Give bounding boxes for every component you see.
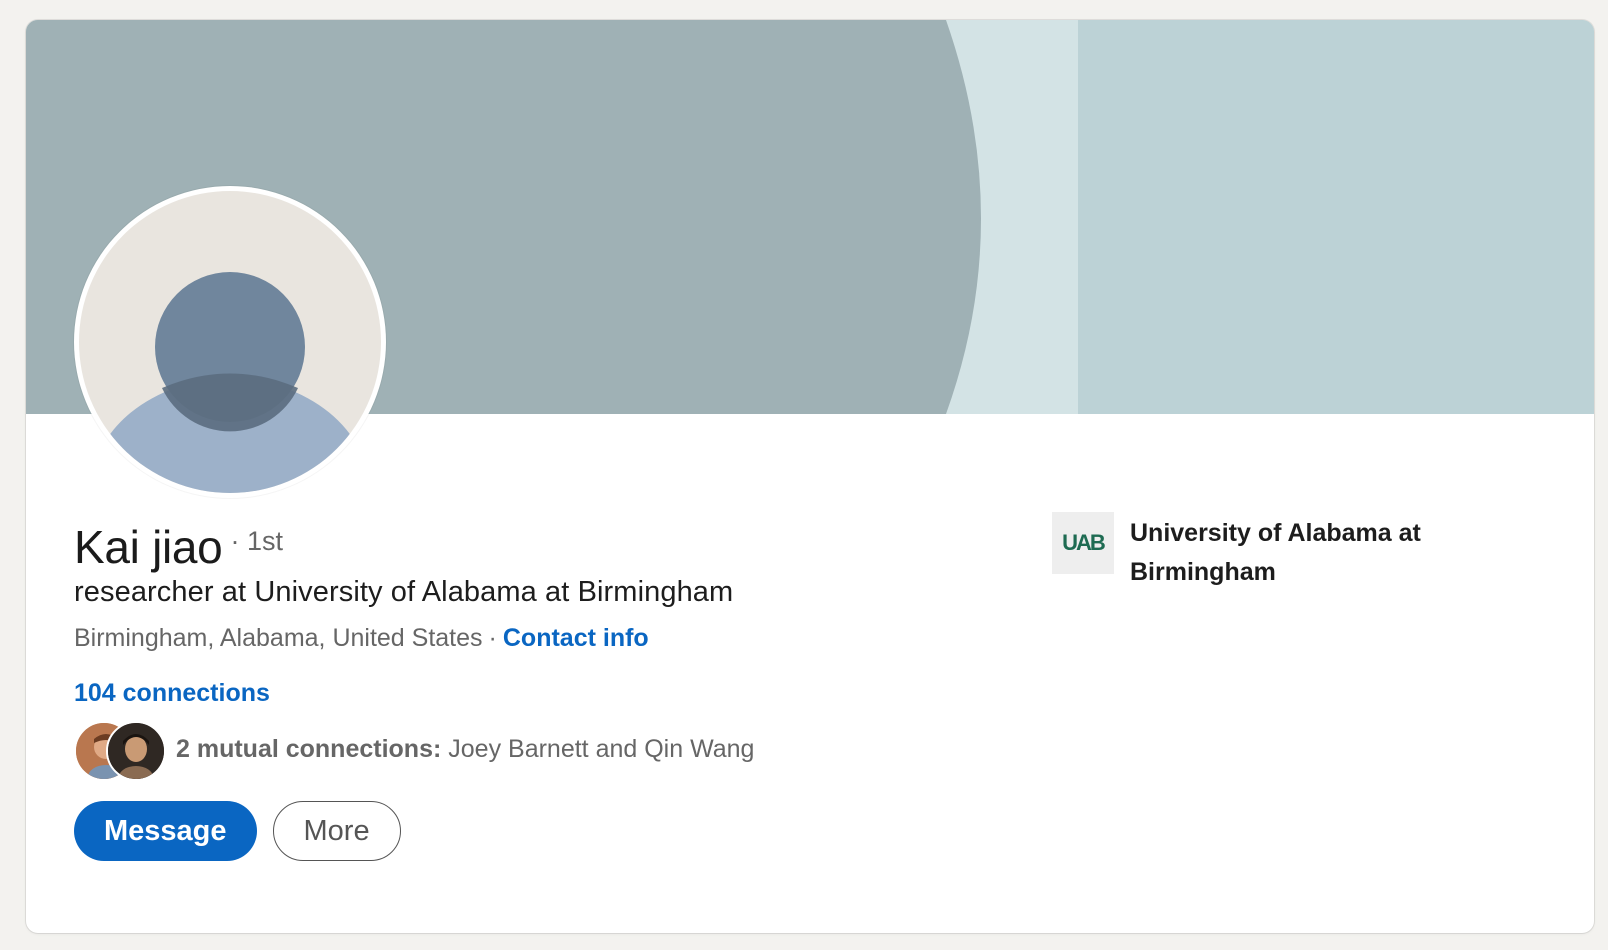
connections-link[interactable]: 104 connections [74,679,270,708]
mutual-avatar-2 [106,721,166,781]
org-name: University of Alabama at Birmingham [1130,519,1421,586]
org-logo-text: UAB [1062,530,1106,555]
more-button[interactable]: More [272,801,401,861]
name-row: Kai jiao · 1st [74,520,283,574]
uab-logo: UAB [1052,512,1114,574]
mutual-names: Joey Barnett and Qin Wang [448,734,755,763]
location-row: Birmingham, Alabama, United States · Conta… [74,624,649,653]
contact-info-link[interactable]: Contact info [503,624,649,652]
profile-actions: Message More [74,801,401,861]
message-button[interactable]: Message [74,801,257,861]
connection-degree: · 1st [230,526,283,556]
mutual-connections[interactable]: 2 mutual connections: Joey Barnett and Q… [74,720,754,781]
mutual-avatars [74,720,166,781]
default-person-avatar-icon [79,191,381,493]
location-separator: · [488,624,497,652]
mutual-connections-text: 2 mutual connections: Joey Barnett and Q… [176,735,754,764]
profile-name: Kai jiao [74,521,223,573]
profile-avatar[interactable] [74,186,386,498]
current-organization[interactable]: UAB University of Alabama at Birmingham [1052,512,1460,592]
profile-location: Birmingham, Alabama, United States [74,624,483,652]
profile-card: Kai jiao · 1st researcher at University … [26,20,1594,933]
mutual-count: 2 mutual connections: [176,734,442,763]
profile-headline: researcher at University of Alabama at B… [74,576,734,608]
